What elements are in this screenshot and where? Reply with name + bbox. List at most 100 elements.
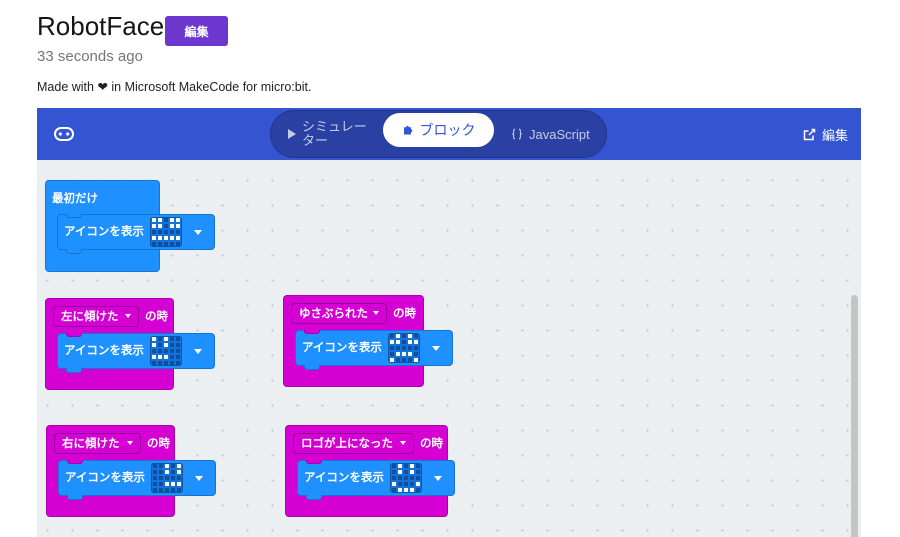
gesture-dropdown-label: 右に傾けた [62, 438, 120, 450]
led-off [414, 352, 418, 356]
block-header: 最初だけ [52, 181, 98, 215]
led-on [164, 236, 168, 240]
chevron-down-icon [400, 441, 406, 445]
led-on [410, 470, 414, 474]
led-off [159, 464, 163, 468]
led-on [177, 464, 181, 468]
tab-simulator-label: シミュレーター [302, 119, 367, 148]
led-on [396, 352, 400, 356]
microbit-logo-icon[interactable] [54, 127, 74, 141]
block-show-icon[interactable]: アイコンを表示 [58, 460, 216, 500]
led-off [392, 488, 396, 492]
led-off [402, 346, 406, 350]
chevron-down-icon[interactable] [195, 476, 203, 481]
led-off [176, 337, 180, 341]
gesture-dropdown[interactable]: ゆさぶられた [291, 302, 387, 324]
scrollbar-vertical[interactable] [851, 295, 858, 537]
connection-tab [66, 368, 82, 373]
show-icon-label: アイコンを表示 [64, 345, 144, 357]
chevron-down-icon[interactable] [194, 349, 202, 354]
led-on [414, 358, 418, 362]
tab-javascript-label: JavaScript [529, 126, 590, 142]
block-on-gesture[interactable]: ロゴが上になった の時 アイコンを表示 [285, 425, 455, 517]
block-show-icon[interactable]: アイコンを表示 [57, 214, 215, 254]
show-icon-label: アイコンを表示 [65, 472, 145, 484]
led-off [176, 355, 180, 359]
led-on [152, 218, 156, 222]
led-off [164, 224, 168, 228]
led-off [171, 476, 175, 480]
led-off [152, 230, 156, 234]
led-off [158, 343, 162, 347]
led-off [410, 482, 414, 486]
gesture-dropdown[interactable]: ロゴが上になった [293, 432, 414, 454]
led-on [176, 218, 180, 222]
led-off [158, 230, 162, 234]
led-off [390, 334, 394, 338]
chevron-down-icon[interactable] [194, 230, 202, 235]
connection-tab [66, 249, 82, 254]
editor-frame: シミュレーター ブロック JavaScript 編集 最初だけ アイコンを表示 … [37, 108, 861, 537]
block-show-icon[interactable]: アイコンを表示 [295, 330, 453, 370]
block-suffix-label: の時 [393, 308, 416, 320]
icon-field[interactable] [150, 336, 182, 366]
chevron-down-icon [373, 311, 379, 315]
led-on [414, 340, 418, 344]
led-on [408, 334, 412, 338]
led-off [404, 464, 408, 468]
header-edit-link[interactable]: 編集 [803, 108, 848, 160]
chevron-down-icon[interactable] [434, 476, 442, 481]
led-off [404, 476, 408, 480]
led-off [152, 361, 156, 365]
led-off [171, 470, 175, 474]
led-off [171, 464, 175, 468]
led-off [164, 230, 168, 234]
connection-tab [306, 495, 322, 500]
led-on [164, 343, 168, 347]
led-on [390, 340, 394, 344]
tab-javascript[interactable]: JavaScript [511, 111, 590, 157]
block-show-icon[interactable]: アイコンを表示 [297, 460, 455, 500]
led-off [170, 337, 174, 341]
icon-field[interactable] [390, 463, 422, 493]
led-off [392, 470, 396, 474]
led-off [170, 343, 174, 347]
led-on [404, 488, 408, 492]
led-on [416, 482, 420, 486]
block-suffix-label: の時 [145, 311, 168, 323]
led-off [408, 358, 412, 362]
gesture-dropdown[interactable]: 左に傾けた [53, 305, 139, 327]
led-off [392, 476, 396, 480]
led-off [408, 346, 412, 350]
block-on-gesture[interactable]: 左に傾けた の時 アイコンを表示 [45, 298, 215, 390]
led-on [158, 218, 162, 222]
icon-field[interactable] [151, 463, 183, 493]
blocks-workspace[interactable]: 最初だけ アイコンを表示 左に傾けた の時 アイコンを表示 ゆさぶられた の時 … [37, 160, 861, 537]
page-title: RobotFace [37, 11, 165, 41]
led-off [159, 470, 163, 474]
block-header: 右に傾けた の時 [54, 426, 170, 460]
led-off [159, 476, 163, 480]
icon-field[interactable] [388, 333, 420, 363]
gesture-dropdown[interactable]: 右に傾けた [54, 432, 141, 454]
led-off [176, 361, 180, 365]
gesture-dropdown-label: ゆさぶられた [299, 308, 368, 320]
tab-simulator[interactable]: シミュレーター [288, 111, 371, 157]
led-off [414, 346, 418, 350]
block-show-icon[interactable]: アイコンを表示 [57, 333, 215, 373]
block-on-gesture[interactable]: 右に傾けた の時 アイコンを表示 [46, 425, 216, 517]
header-edit-label: 編集 [822, 127, 849, 143]
chevron-down-icon[interactable] [432, 346, 440, 351]
block-on-start[interactable]: 最初だけ アイコンを表示 [45, 180, 215, 272]
led-on [165, 470, 169, 474]
led-off [164, 242, 168, 246]
edit-button[interactable]: 編集 [165, 16, 228, 46]
tab-blocks[interactable]: ブロック [383, 113, 494, 147]
icon-field[interactable] [150, 217, 182, 247]
play-icon [288, 129, 296, 139]
led-off [153, 470, 157, 474]
led-off [392, 464, 396, 468]
led-off [416, 476, 420, 480]
led-off [164, 361, 168, 365]
block-on-gesture[interactable]: ゆさぶられた の時 アイコンを表示 [283, 295, 453, 387]
